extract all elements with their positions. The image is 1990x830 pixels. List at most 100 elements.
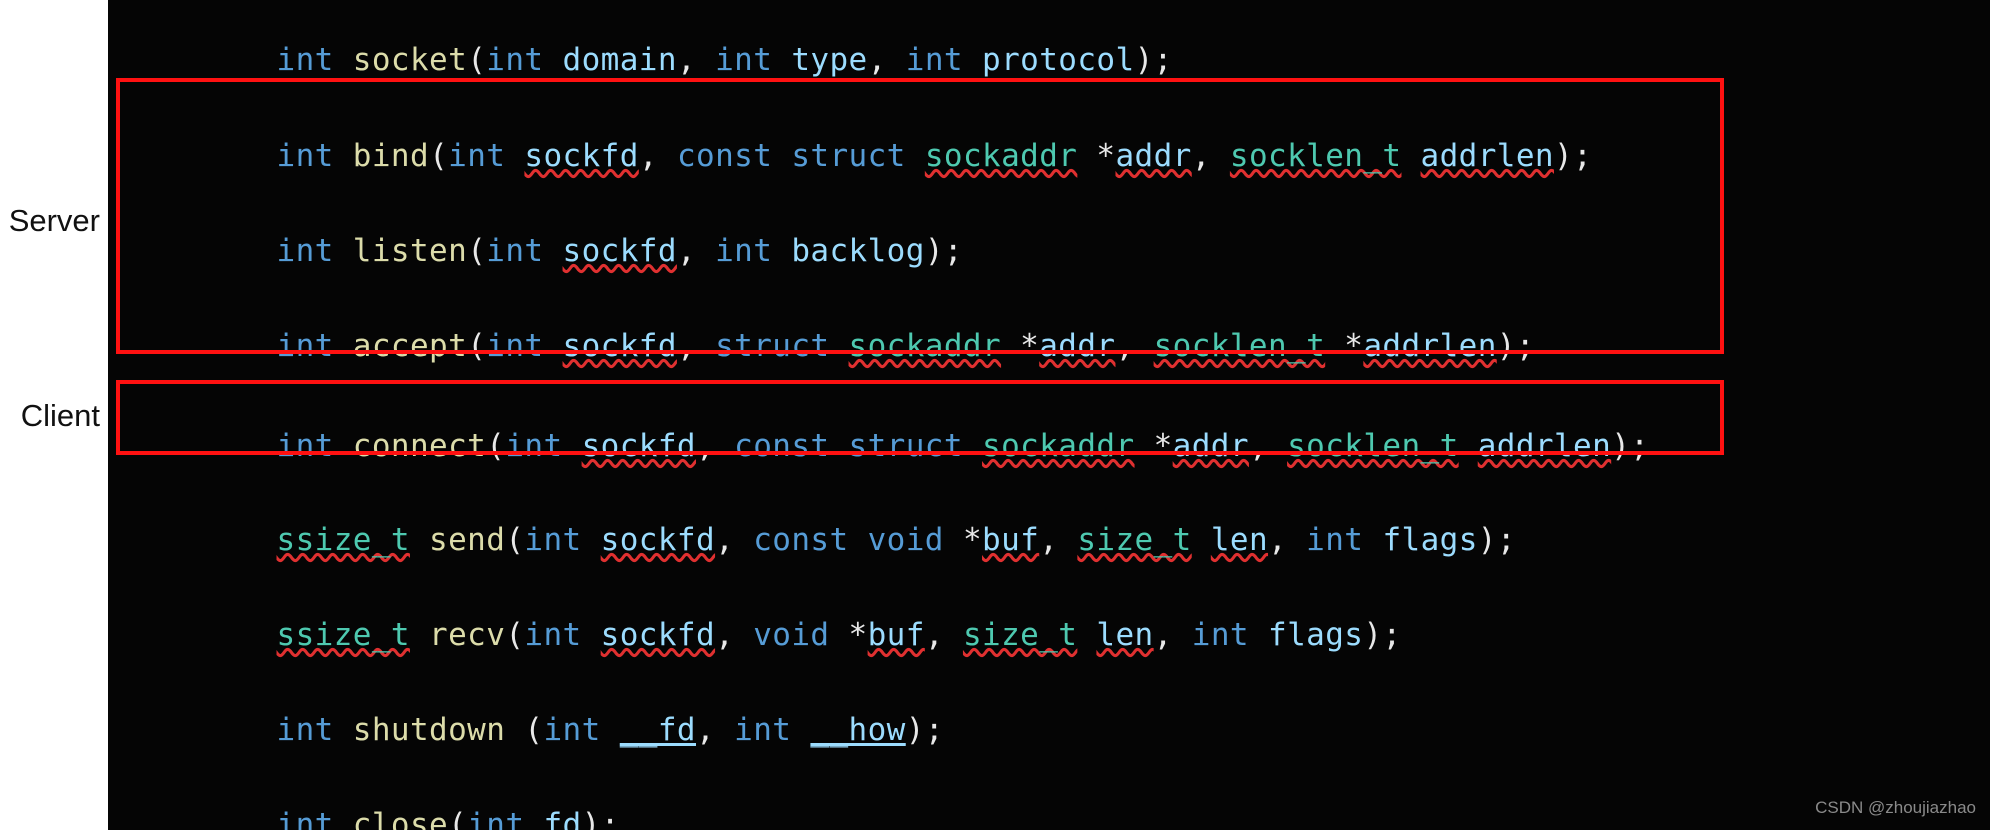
token-param-addr: addr (1115, 138, 1192, 174)
token-comma: , (696, 712, 735, 748)
token-paren-close-semicolon: ); (1134, 42, 1173, 78)
token-paren-close-semicolon: ); (924, 233, 963, 269)
token-keyword-int: int (486, 328, 544, 364)
code-line-send: ssize_t send(int sockfd, const void *buf… (124, 494, 1516, 587)
code-line-close: int close(int fd); (124, 779, 620, 830)
token-comma: , (715, 617, 754, 653)
token-keyword-int: int (734, 712, 792, 748)
token-param-addr: addr (1039, 328, 1116, 364)
token-star: * (1325, 328, 1364, 364)
token-param-backlog: backlog (791, 233, 925, 269)
token-type-ssize-t: ssize_t (276, 617, 410, 653)
token-param-sockfd: sockfd (600, 617, 716, 653)
token-type-sockaddr: sockaddr (982, 428, 1135, 464)
token-paren-close-semicolon: ); (581, 807, 620, 830)
token-function-socket: socket (352, 42, 468, 78)
token-comma: , (676, 233, 716, 269)
code-line-accept: int accept(int sockfd, struct sockaddr *… (124, 300, 1535, 393)
token-type-size-t: size_t (962, 617, 1078, 653)
token-type-socklen-t: socklen_t (1229, 138, 1402, 174)
token-function-close: close (352, 807, 449, 830)
code-line-connect: int connect(int sockfd, const struct soc… (124, 400, 1649, 493)
code-line-bind: int bind(int sockfd, const struct sockad… (124, 110, 1592, 203)
token-keyword-int: int (467, 807, 525, 830)
token-type-sockaddr: sockaddr (848, 328, 1002, 364)
token-param-fd: __fd (619, 712, 696, 748)
token-param-addrlen: addrlen (1477, 428, 1612, 464)
code-line-recv: ssize_t recv(int sockfd, void *buf, size… (124, 589, 1402, 682)
token-param-protocol: protocol (982, 42, 1135, 78)
token-keyword-int: int (276, 807, 334, 830)
token-paren-close-semicolon: ); (905, 712, 944, 748)
token-param-domain: domain (562, 42, 677, 78)
token-type-ssize-t: ssize_t (276, 522, 410, 558)
token-function-accept: accept (352, 328, 468, 364)
token-keyword-int: int (905, 42, 963, 78)
token-param-fd: fd (543, 807, 582, 830)
token-paren-open: ( (429, 138, 449, 174)
token-function-listen: listen (352, 233, 468, 269)
token-comma: , (676, 328, 716, 364)
token-keyword-const: const (676, 138, 773, 174)
token-param-sockfd: sockfd (562, 328, 677, 364)
token-param-len: len (1210, 522, 1269, 558)
token-param-buf: buf (982, 522, 1040, 558)
token-type-size-t: size_t (1077, 522, 1192, 558)
code-line-socket: int socket(int domain, int type, int pro… (124, 14, 1173, 107)
token-keyword-struct: struct (715, 328, 830, 364)
token-paren-open: ( (467, 233, 487, 269)
token-function-send: send (429, 522, 506, 558)
token-paren-open: ( (505, 617, 525, 653)
code-listing: int socket(int domain, int type, int pro… (108, 0, 1990, 830)
token-star: * (1001, 328, 1040, 364)
token-comma: , (1268, 522, 1307, 558)
token-type-socklen-t: socklen_t (1287, 428, 1459, 464)
token-keyword-int: int (505, 428, 563, 464)
token-paren-open: ( (486, 428, 506, 464)
token-keyword-int: int (276, 233, 334, 269)
token-keyword-const: const (734, 428, 830, 464)
token-comma: , (676, 42, 716, 78)
token-param-how: __how (810, 712, 906, 748)
token-function-connect: connect (352, 428, 487, 464)
token-param-sockfd: sockfd (562, 233, 677, 269)
token-paren-open: ( (505, 522, 525, 558)
token-star: * (1134, 428, 1173, 464)
token-paren-close-semicolon: ); (1496, 328, 1535, 364)
token-param-sockfd: sockfd (581, 428, 696, 464)
token-param-len: len (1096, 617, 1154, 653)
token-keyword-struct: struct (848, 428, 963, 464)
token-keyword-int: int (524, 617, 582, 653)
token-paren-close-semicolon: ); (1611, 428, 1650, 464)
code-line-shutdown: int shutdown (int __fd, int __how); (124, 684, 944, 777)
token-function-shutdown: shutdown (352, 712, 506, 748)
token-keyword-int: int (276, 428, 334, 464)
token-type-socklen-t: socklen_t (1153, 328, 1326, 364)
token-keyword-int: int (1306, 522, 1364, 558)
token-comma: , (867, 42, 906, 78)
token-keyword-int: int (276, 42, 334, 78)
token-param-buf: buf (867, 617, 925, 653)
token-paren-open: ( (467, 42, 487, 78)
watermark: CSDN @zhoujiazhao (1815, 798, 1976, 817)
annotation-gutter: Server Client (0, 0, 108, 830)
token-paren-close-semicolon: ); (1554, 138, 1593, 174)
